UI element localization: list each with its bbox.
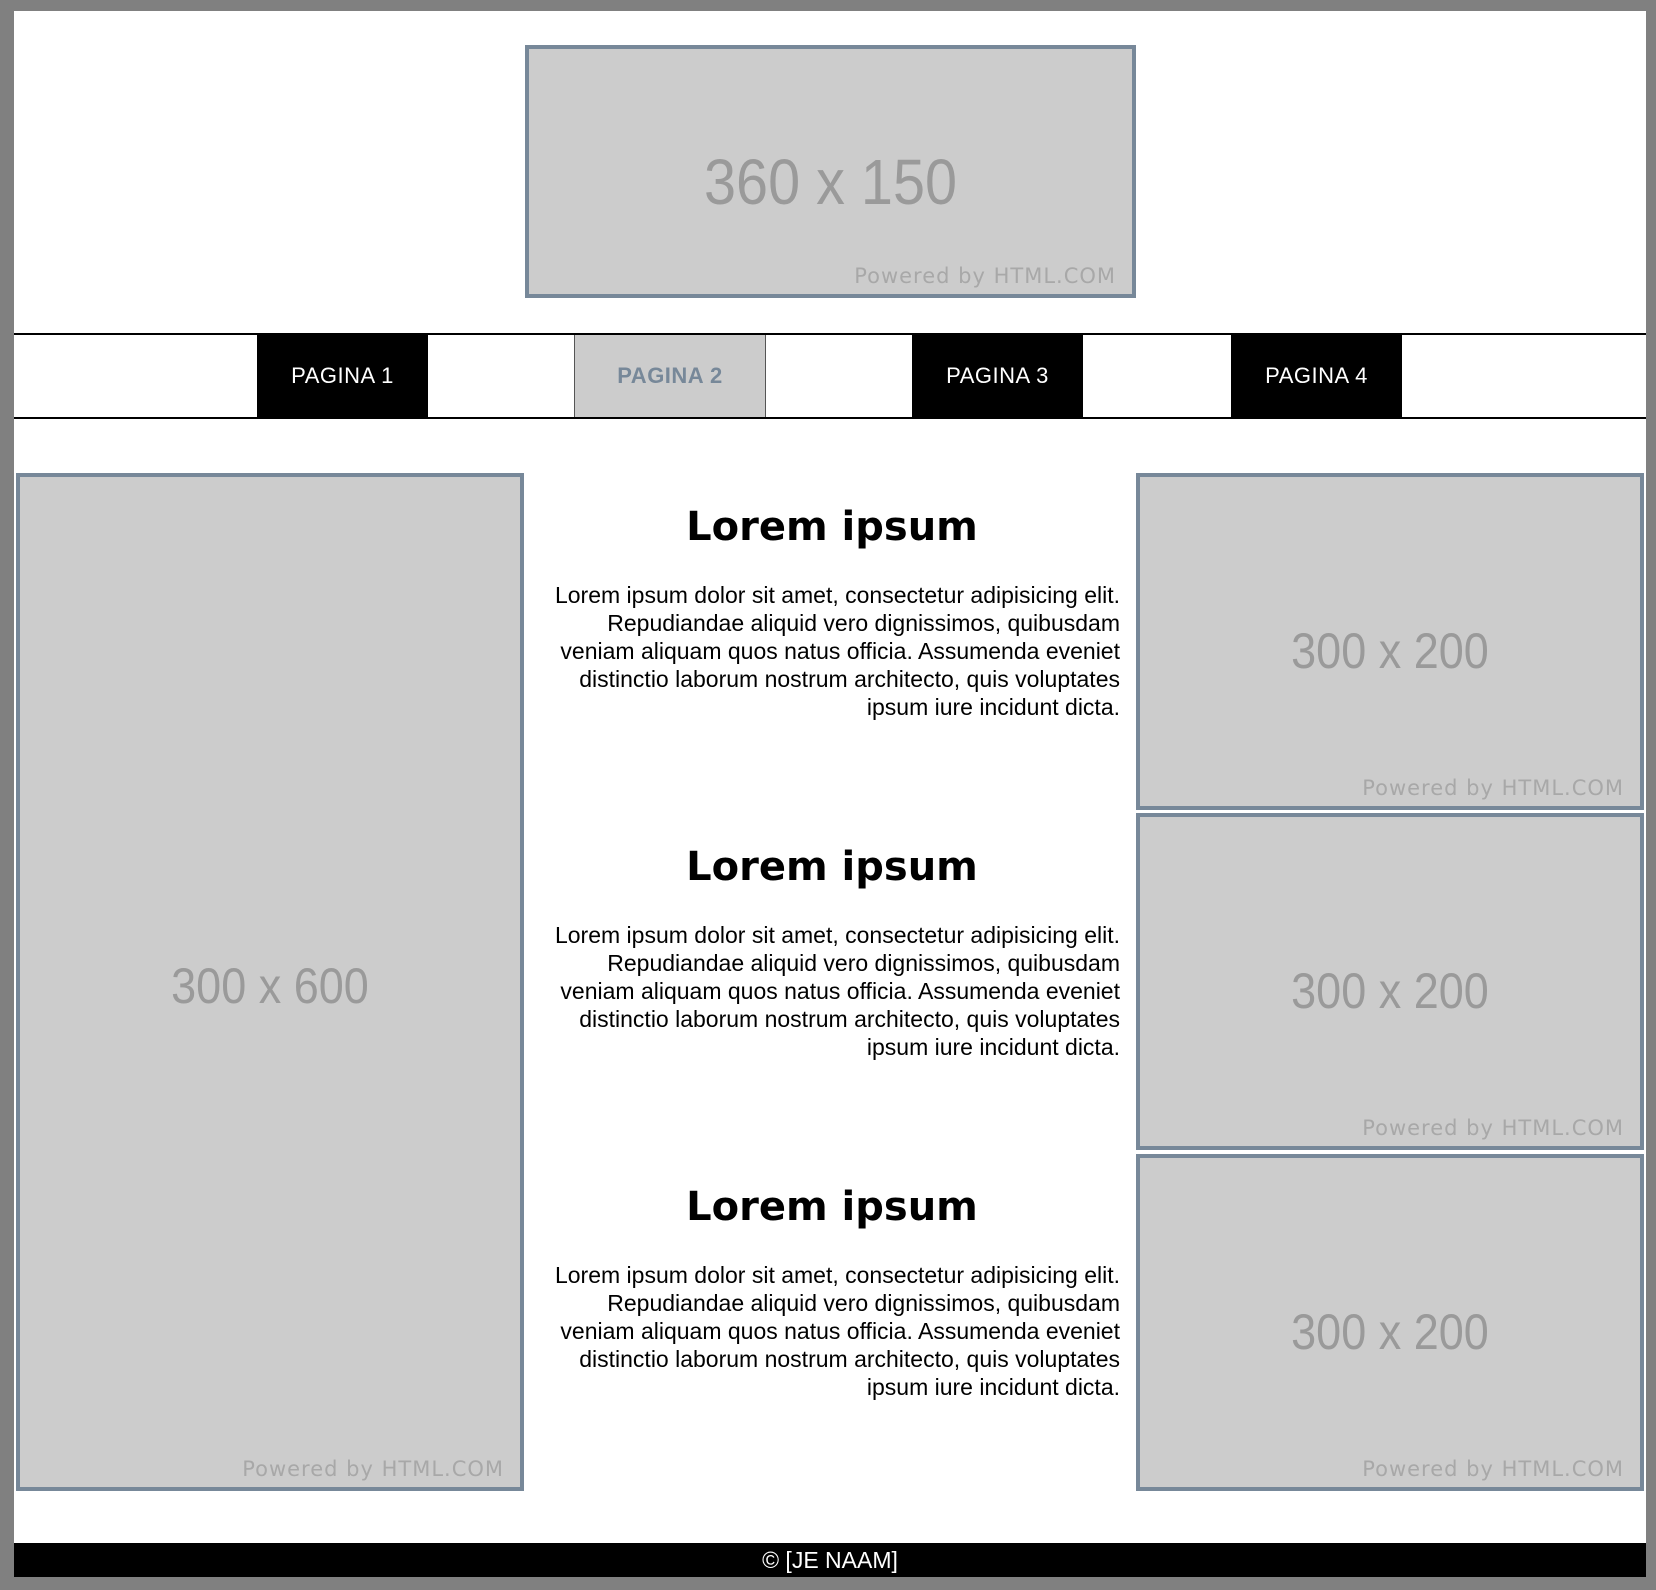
article-body: Lorem ipsum dolor sit amet, consectetur … [554,1262,1120,1400]
right-ad-size-label: 300 x 200 [1291,623,1489,679]
nav-item-pagina-1[interactable]: PAGINA 1 [257,335,428,417]
article-body: Lorem ipsum dolor sit amet, consectetur … [554,582,1120,720]
left-skyscraper-ad[interactable]: 300 x 600 Powered by HTML.COM [16,473,524,1491]
main-nav: PAGINA 1 PAGINA 2 PAGINA 3 PAGINA 4 [14,333,1646,419]
right-ad-2[interactable]: 300 x 200 Powered by HTML.COM [1136,813,1644,1150]
article-body: Lorem ipsum dolor sit amet, consectetur … [554,922,1120,1060]
right-ad-1[interactable]: 300 x 200 Powered by HTML.COM [1136,473,1644,810]
right-ad-size-label: 300 x 200 [1291,1304,1489,1360]
right-ad-powered-label: Powered by HTML.COM [1362,776,1624,800]
banner-powered-label: Powered by HTML.COM [854,264,1116,288]
right-ad-powered-label: Powered by HTML.COM [1362,1457,1624,1481]
article: Lorem ipsum Lorem ipsum dolor sit amet, … [544,503,1120,721]
right-ad-3[interactable]: 300 x 200 Powered by HTML.COM [1136,1154,1644,1491]
article-title: Lorem ipsum [686,504,978,550]
footer-copyright: © [JE NAAM] [762,1547,898,1573]
article-title: Lorem ipsum [686,1184,978,1230]
footer: © [JE NAAM] [14,1543,1646,1577]
article-title: Lorem ipsum [686,844,978,890]
left-ad-powered-label: Powered by HTML.COM [242,1457,504,1481]
right-ad-powered-label: Powered by HTML.COM [1362,1116,1624,1140]
banner-size-label: 360 x 150 [703,146,958,218]
article: Lorem ipsum Lorem ipsum dolor sit amet, … [544,1183,1120,1401]
nav-item-pagina-4[interactable]: PAGINA 4 [1231,335,1402,417]
article: Lorem ipsum Lorem ipsum dolor sit amet, … [544,843,1120,1061]
left-ad-size-label: 300 x 600 [171,958,369,1014]
header-banner-ad[interactable]: 360 x 150 Powered by HTML.COM [525,45,1136,298]
page: 360 x 150 Powered by HTML.COM PAGINA 1 P… [14,11,1646,1577]
nav-item-pagina-2[interactable]: PAGINA 2 [574,335,766,417]
right-ad-size-label: 300 x 200 [1291,963,1489,1019]
nav-item-pagina-3[interactable]: PAGINA 3 [912,335,1083,417]
